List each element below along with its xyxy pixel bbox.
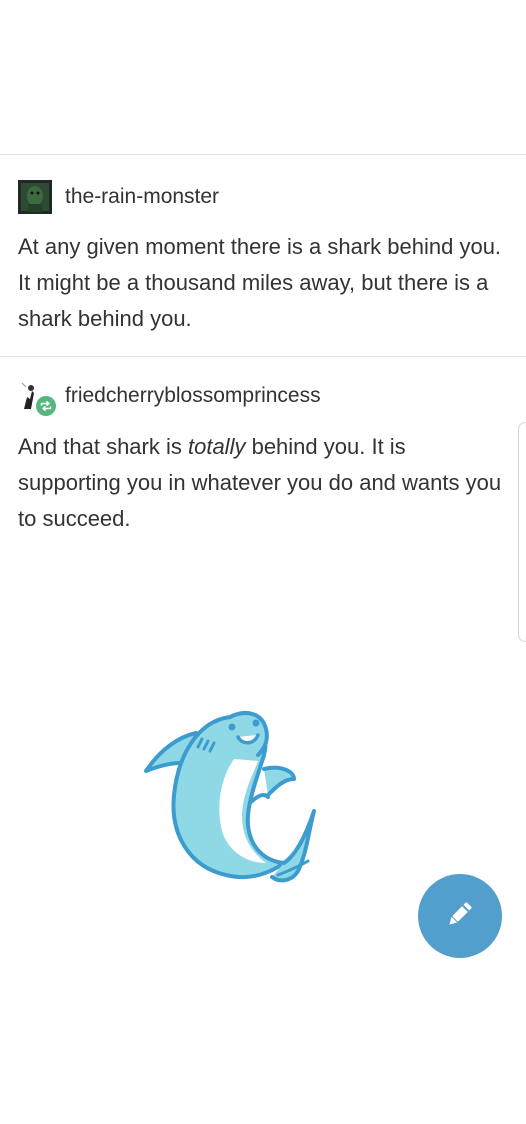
reblog-icon — [36, 396, 56, 421]
avatar[interactable] — [18, 379, 56, 416]
compose-button[interactable] — [418, 874, 502, 958]
top-divider — [0, 154, 526, 155]
username[interactable]: friedcherryblossomprincess — [65, 384, 321, 408]
pencil-icon — [442, 896, 478, 937]
username[interactable]: the-rain-monster — [65, 185, 219, 209]
post-text: And that shark is totally behind you. It… — [18, 429, 506, 537]
emphasis-text: totally — [187, 434, 246, 459]
shark-illustration — [138, 695, 328, 895]
post-text-part: And that shark is — [18, 434, 188, 459]
post-header: friedcherryblossomprincess — [18, 379, 321, 416]
post-text: At any given moment there is a shark beh… — [18, 234, 502, 331]
scrollbar[interactable] — [518, 422, 526, 642]
avatar[interactable] — [18, 180, 52, 214]
post-header: the-rain-monster — [18, 180, 219, 214]
post-divider — [0, 356, 526, 357]
